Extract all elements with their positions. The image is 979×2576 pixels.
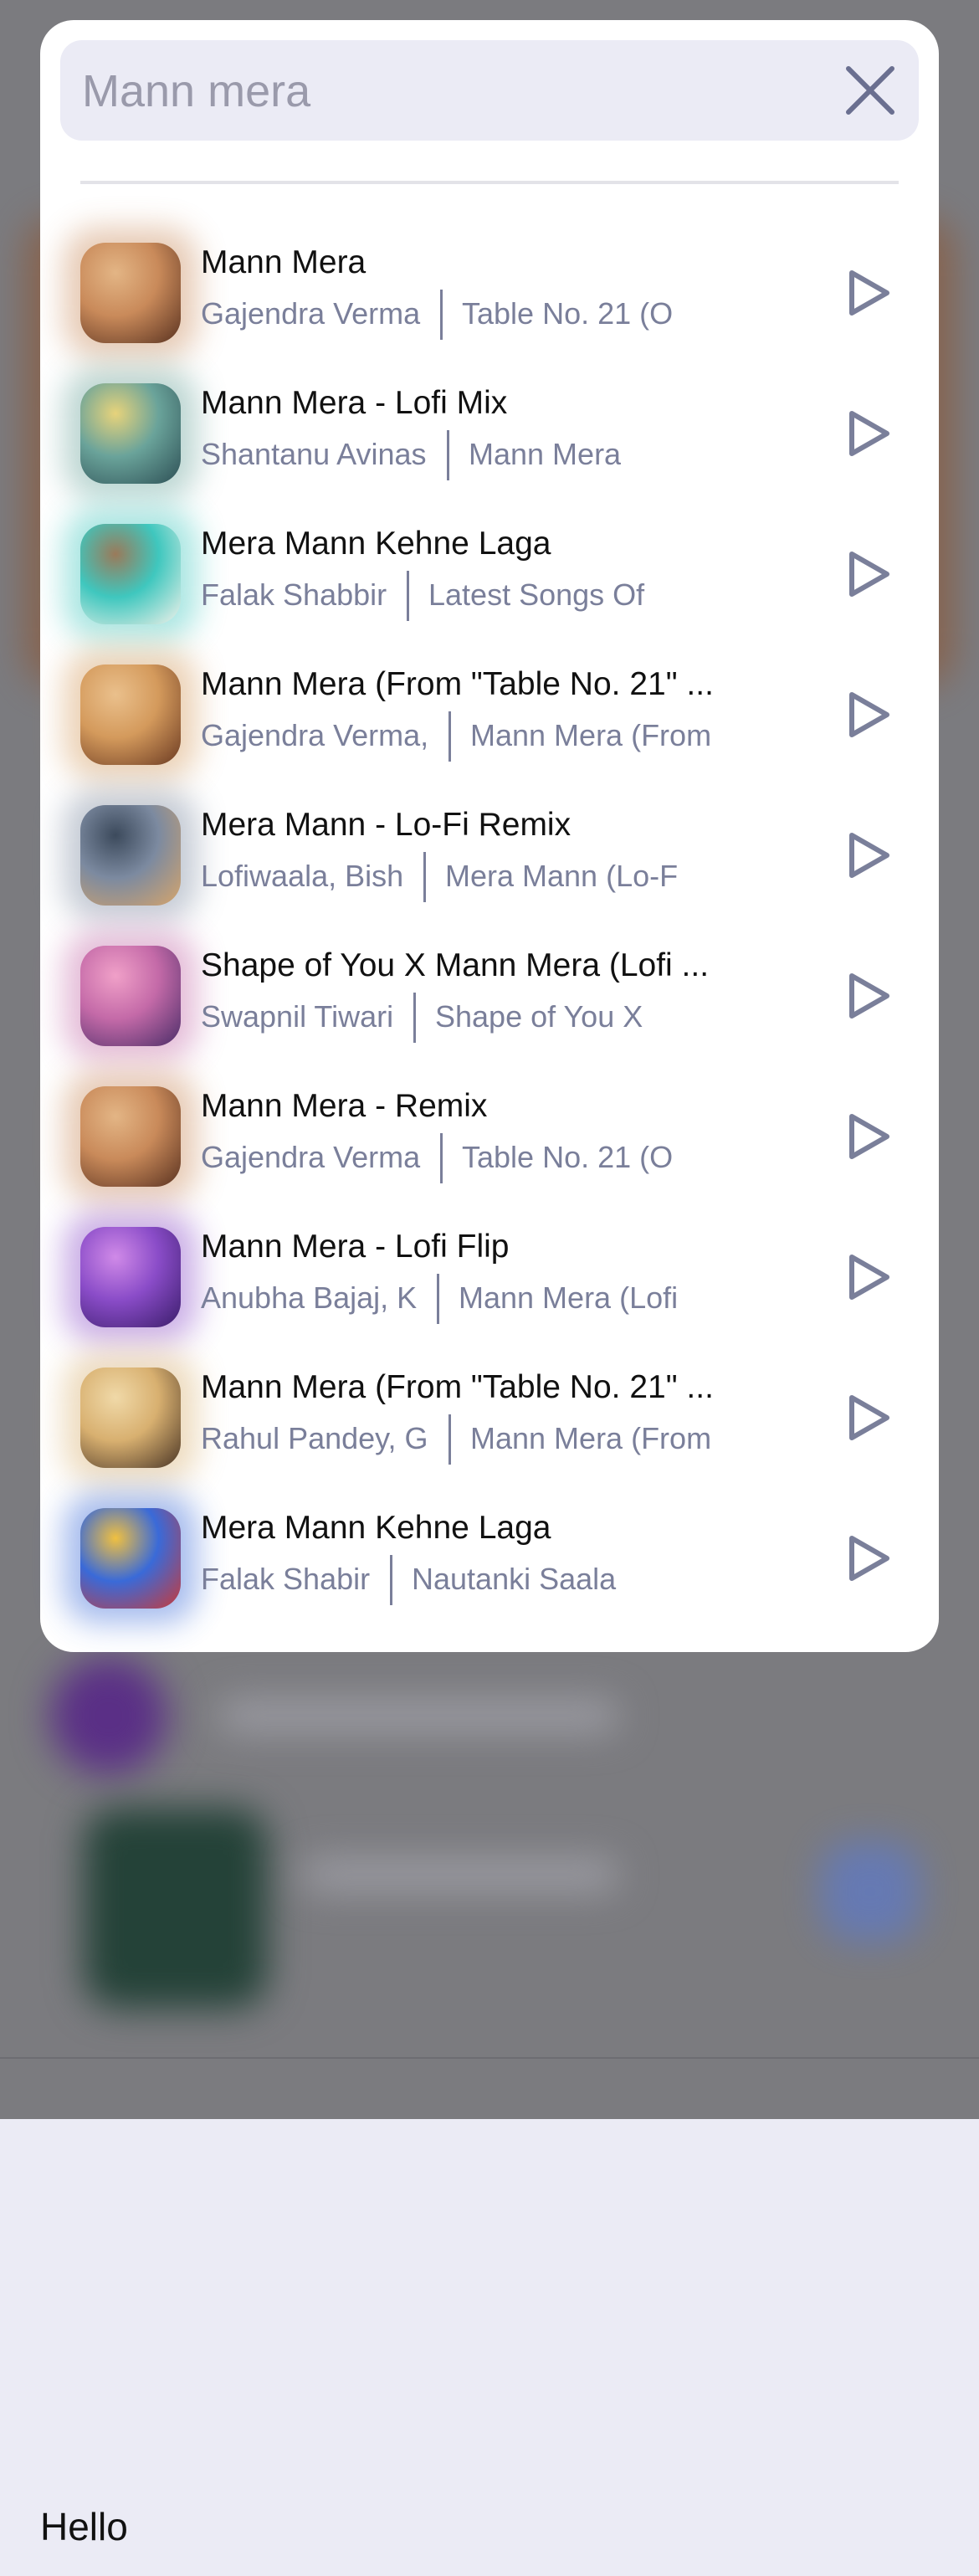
album-artwork bbox=[80, 1508, 181, 1609]
background-blur-text bbox=[301, 1858, 619, 1891]
song-artist: Falak Shabbir bbox=[201, 577, 387, 612]
album-artwork bbox=[80, 946, 181, 1046]
meta-separator bbox=[447, 430, 449, 480]
play-icon[interactable] bbox=[843, 1111, 894, 1162]
song-artist: Gajendra Verma bbox=[201, 296, 421, 331]
album-artwork bbox=[80, 805, 181, 906]
meta-separator bbox=[448, 1414, 451, 1465]
album-artwork bbox=[80, 524, 181, 624]
song-title: Mann Mera bbox=[201, 244, 366, 280]
song-artist: Falak Shabir bbox=[201, 1562, 371, 1596]
song-album: Mann Mera (Lofi bbox=[459, 1280, 679, 1315]
album-artwork bbox=[80, 665, 181, 765]
play-icon[interactable] bbox=[843, 690, 894, 740]
footer-text: Hello bbox=[40, 2505, 128, 2548]
result-row[interactable]: Shape of You X Mann Mera (Lofi ... Swapni… bbox=[40, 926, 939, 1066]
song-artist: Lofiwaala, Bish bbox=[201, 859, 404, 893]
album-artwork bbox=[80, 1086, 181, 1187]
play-icon[interactable] bbox=[843, 830, 894, 880]
song-album: Mann Mera (From bbox=[470, 1421, 712, 1455]
album-artwork bbox=[80, 1227, 181, 1327]
meta-separator bbox=[390, 1555, 392, 1605]
song-title: Mera Mann Kehne Laga bbox=[201, 1510, 551, 1546]
song-title: Mann Mera - Lofi Mix bbox=[201, 385, 508, 421]
song-artist: Anubha Bajaj, K bbox=[201, 1280, 418, 1315]
play-icon[interactable] bbox=[843, 1252, 894, 1302]
song-album: Mann Mera (From bbox=[470, 718, 712, 752]
album-artwork bbox=[80, 243, 181, 343]
song-title: Mera Mann Kehne Laga bbox=[201, 526, 551, 562]
song-album: Mann Mera bbox=[469, 437, 622, 471]
search-bar bbox=[60, 40, 919, 141]
song-artist: Gajendra Verma, bbox=[201, 718, 429, 752]
song-title: Mann Mera - Lofi Flip bbox=[201, 1229, 510, 1265]
results-list: Mann Mera Gajendra Verma Table No. 21 (O Ma… bbox=[40, 223, 939, 1629]
song-artist: Shantanu Avinas bbox=[201, 437, 427, 471]
result-row[interactable]: Mann Mera (From "Table No. 21" ... Rahul … bbox=[40, 1347, 939, 1488]
play-icon[interactable] bbox=[843, 408, 894, 459]
search-input[interactable] bbox=[80, 55, 820, 127]
album-artwork bbox=[80, 383, 181, 484]
meta-separator bbox=[413, 993, 416, 1043]
meta-separator bbox=[407, 571, 409, 621]
search-divider bbox=[80, 181, 899, 184]
background-blur-button bbox=[820, 1841, 920, 1942]
close-icon[interactable] bbox=[842, 62, 899, 119]
song-artist: Swapnil Tiwari bbox=[201, 999, 394, 1034]
result-row[interactable]: Mera Mann Kehne Laga Falak Shabir Nautanki… bbox=[40, 1488, 939, 1629]
result-row[interactable]: Mera Mann - Lo-Fi Remix Lofiwaala, Bish Me… bbox=[40, 785, 939, 926]
result-row[interactable]: Mann Mera - Remix Gajendra Verma Table No.… bbox=[40, 1066, 939, 1207]
song-album: Shape of You X bbox=[435, 999, 643, 1034]
meta-separator bbox=[440, 290, 443, 340]
background-divider bbox=[0, 2057, 979, 2059]
play-icon[interactable] bbox=[843, 1393, 894, 1443]
search-results-panel: Mann MeraGajendra VermaTable No. 21 (OMa… bbox=[40, 20, 939, 1652]
song-title: Shape of You X Mann Mera (Lofi ... bbox=[201, 947, 710, 983]
song-title: Mann Mera (From "Table No. 21" ... bbox=[201, 666, 714, 702]
song-album: Nautanki Saala bbox=[412, 1562, 617, 1596]
song-album: Mera Mann (Lo-F bbox=[445, 859, 679, 893]
play-icon[interactable] bbox=[843, 549, 894, 599]
meta-separator bbox=[437, 1274, 439, 1324]
background-blur-artwork bbox=[84, 1808, 268, 2009]
song-album: Table No. 21 (O bbox=[462, 296, 674, 331]
play-icon[interactable] bbox=[843, 268, 894, 318]
song-album: Table No. 21 (O bbox=[462, 1140, 674, 1174]
meta-separator bbox=[448, 711, 451, 762]
song-title: Mann Mera (From "Table No. 21" ... bbox=[201, 1369, 714, 1405]
background-blur-text bbox=[218, 1699, 619, 1732]
meta-separator bbox=[423, 852, 426, 902]
album-artwork bbox=[80, 1368, 181, 1468]
result-row[interactable]: Mera Mann Kehne Laga Falak Shabbir Latest … bbox=[40, 504, 939, 644]
background-blur-avatar bbox=[50, 1657, 167, 1774]
song-artist: Gajendra Verma bbox=[201, 1140, 421, 1174]
meta-separator bbox=[440, 1133, 443, 1183]
result-row[interactable]: Mann Mera - Lofi Mix Shantanu Avinas Mann … bbox=[40, 363, 939, 504]
result-row[interactable]: Mann Mera - Lofi Flip Anubha Bajaj, K Mann… bbox=[40, 1207, 939, 1347]
song-artist: Rahul Pandey, G bbox=[201, 1421, 428, 1455]
play-icon[interactable] bbox=[843, 1533, 894, 1583]
song-album: Latest Songs Of bbox=[428, 577, 645, 612]
result-row[interactable]: Mann Mera Gajendra Verma Table No. 21 (O bbox=[40, 223, 939, 363]
play-icon[interactable] bbox=[843, 971, 894, 1021]
song-title: Mann Mera - Remix bbox=[201, 1088, 488, 1124]
song-title: Mera Mann - Lo-Fi Remix bbox=[201, 807, 572, 843]
result-row[interactable]: Mann Mera (From "Table No. 21" ... Gajend… bbox=[40, 644, 939, 785]
